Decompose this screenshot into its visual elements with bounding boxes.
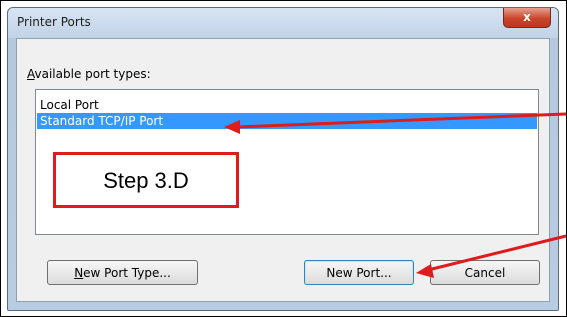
arrow-to-new-port (427, 234, 567, 272)
annotation-arrows (224, 112, 567, 278)
arrowhead-new-port (416, 264, 434, 278)
arrow-to-tcp-ip-port (236, 112, 567, 129)
arrowhead-tcp-ip-port (224, 120, 240, 134)
